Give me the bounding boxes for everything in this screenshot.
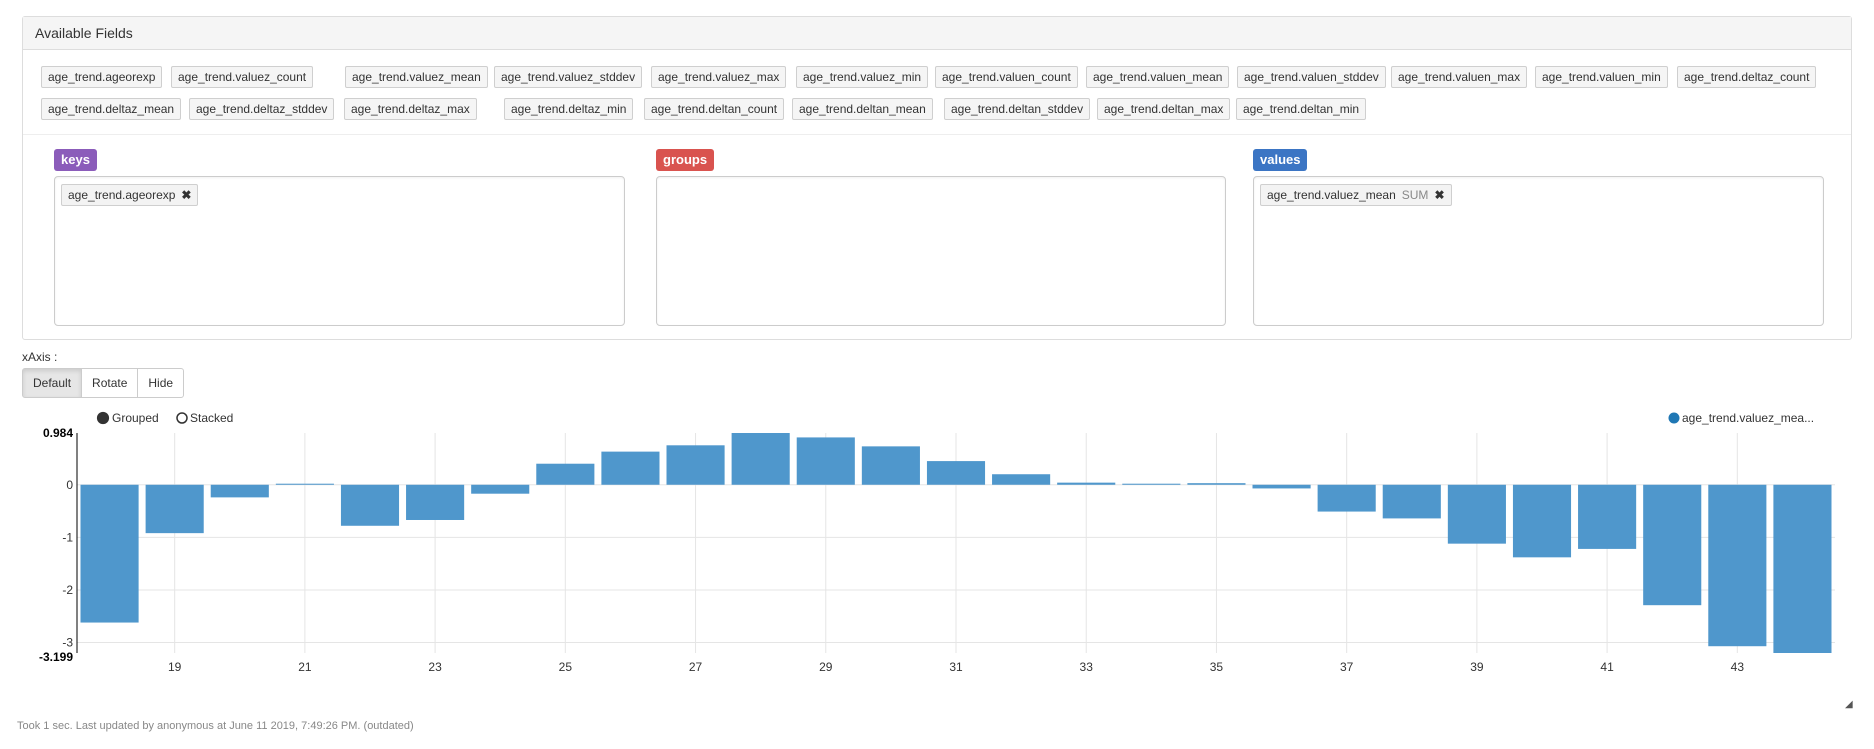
bar[interactable] (601, 451, 660, 485)
field-chip[interactable]: age_trend.valuen_max (1391, 66, 1528, 88)
xaxis-label: xAxis : (22, 350, 58, 364)
x-tick-label: 23 (428, 660, 442, 674)
field-chip[interactable]: age_trend.valuen_count (935, 66, 1078, 88)
field-chip[interactable]: age_trend.deltan_mean (792, 98, 933, 120)
x-tick-label: 21 (298, 660, 312, 674)
field-chip[interactable]: age_trend.deltaz_mean (41, 98, 182, 120)
panel-divider (23, 134, 1851, 135)
aggregation-label[interactable]: SUM (1402, 188, 1429, 202)
bar-chart: 19 21 23 25 27 29 31 33 35 37 39 41 43 0 -1 -2 -3 0.984 -3… (39, 411, 1835, 674)
groups-drop-zone[interactable] (656, 176, 1226, 326)
status-text: Took 1 sec. Last updated by anonymous at… (17, 720, 414, 732)
bar[interactable] (1773, 484, 1832, 653)
field-chip[interactable]: age_trend.valuen_mean (1086, 66, 1230, 88)
bar[interactable] (1317, 484, 1376, 512)
field-chip[interactable]: age_trend.deltan_min (1236, 98, 1367, 120)
bar[interactable] (1708, 484, 1767, 647)
keys-tag[interactable]: age_trend.ageorexp ✖ (61, 184, 199, 206)
bar[interactable] (1512, 484, 1572, 558)
resize-handle-icon[interactable]: ◢ (1845, 699, 1853, 710)
y-max-label: 0.984 (43, 426, 73, 440)
x-tick-label: 35 (1210, 660, 1224, 674)
x-tick-label: 39 (1470, 660, 1484, 674)
field-chip[interactable]: age_trend.valuez_min (796, 66, 929, 88)
field-chip[interactable]: age_trend.valuez_count (171, 66, 314, 88)
field-chip[interactable]: age_trend.valuen_min (1535, 66, 1668, 88)
bar[interactable] (1643, 484, 1702, 606)
xaxis-default-button[interactable]: Default (22, 368, 83, 398)
legend-label[interactable]: age_trend.valuez_mea... (1682, 411, 1814, 425)
keys-drop-zone[interactable]: age_trend.ageorexp ✖ (54, 176, 625, 326)
bar[interactable] (536, 463, 595, 485)
field-chip[interactable]: age_trend.valuez_max (651, 66, 787, 88)
bar[interactable] (992, 474, 1051, 485)
bar[interactable] (275, 483, 334, 485)
x-tick-label: 33 (1080, 660, 1094, 674)
bar[interactable] (796, 437, 855, 485)
values-label: values (1253, 149, 1308, 171)
grouped-radio-icon[interactable] (96, 411, 110, 425)
keys-label: keys (54, 149, 97, 171)
field-chip[interactable]: age_trend.deltaz_max (344, 98, 477, 120)
bar[interactable] (1447, 484, 1506, 544)
bar[interactable] (210, 484, 269, 498)
field-chip[interactable]: age_trend.deltan_stddev (944, 98, 1091, 120)
xaxis-rotate-button[interactable]: Rotate (81, 368, 139, 398)
grouped-option-label[interactable]: Grouped (112, 411, 159, 425)
values-tag[interactable]: age_trend.valuez_mean SUM ✖ (1260, 184, 1452, 206)
x-tick-label: 31 (949, 660, 963, 674)
y-tick-label: -1 (62, 530, 73, 544)
bar[interactable] (1122, 483, 1181, 485)
remove-icon[interactable]: ✖ (1434, 188, 1444, 202)
panel-title: Available Fields (23, 17, 1851, 50)
x-tick-label: 25 (559, 660, 573, 674)
bar[interactable] (340, 484, 400, 526)
field-chip[interactable]: age_trend.ageorexp (41, 66, 163, 88)
field-chip[interactable]: age_trend.deltaz_count (1677, 66, 1817, 88)
field-chip[interactable]: age_trend.deltan_count (644, 98, 785, 120)
bar[interactable] (1578, 484, 1637, 549)
x-tick-label: 29 (819, 660, 833, 674)
x-tick-label: 37 (1340, 660, 1354, 674)
field-chip[interactable]: age_trend.deltaz_stddev (189, 98, 335, 120)
available-fields-panel: Available Fields age_trend.ageorexp age_t… (22, 16, 1852, 340)
y-min-label: -3.199 (39, 650, 73, 664)
bar[interactable] (471, 484, 530, 494)
bar[interactable] (926, 461, 986, 485)
field-chip[interactable]: age_trend.deltan_max (1097, 98, 1231, 120)
x-tick-label: 43 (1731, 660, 1745, 674)
keys-tag-label: age_trend.ageorexp (68, 188, 176, 202)
bar[interactable] (80, 484, 139, 623)
field-chip[interactable]: age_trend.valuen_stddev (1237, 66, 1386, 88)
field-chip[interactable]: age_trend.valuez_stddev (494, 66, 643, 88)
x-tick-label: 41 (1600, 660, 1614, 674)
bar[interactable] (666, 445, 725, 485)
x-tick-label: 19 (168, 660, 182, 674)
bar[interactable] (1187, 483, 1246, 485)
legend-dot-icon[interactable] (1668, 412, 1680, 424)
groups-label: groups (656, 149, 715, 171)
remove-icon[interactable]: ✖ (181, 188, 191, 202)
xaxis-hide-button[interactable]: Hide (137, 368, 185, 398)
bar[interactable] (145, 484, 204, 534)
bar[interactable] (1252, 484, 1311, 489)
field-chip[interactable]: age_trend.valuez_mean (345, 66, 488, 88)
y-tick-label: -2 (62, 583, 73, 597)
x-tick-label: 27 (689, 660, 703, 674)
xaxis-button-group: Default Rotate Hide (22, 368, 185, 398)
bar[interactable] (1057, 482, 1116, 485)
values-drop-zone[interactable]: age_trend.valuez_mean SUM ✖ (1253, 176, 1824, 326)
bar[interactable] (406, 484, 465, 520)
values-tag-label: age_trend.valuez_mean (1267, 188, 1396, 202)
stacked-option-label[interactable]: Stacked (190, 411, 233, 425)
bar[interactable] (731, 433, 790, 485)
chart-controls: Grouped Stacked age_trend.valuez_mea... (96, 411, 1814, 425)
stacked-radio-icon[interactable] (176, 412, 188, 424)
field-chip[interactable]: age_trend.deltaz_min (504, 98, 634, 120)
bar[interactable] (861, 446, 920, 485)
y-tick-label: -3 (62, 636, 73, 650)
y-tick-label: 0 (66, 478, 73, 492)
bar[interactable] (1382, 484, 1441, 519)
